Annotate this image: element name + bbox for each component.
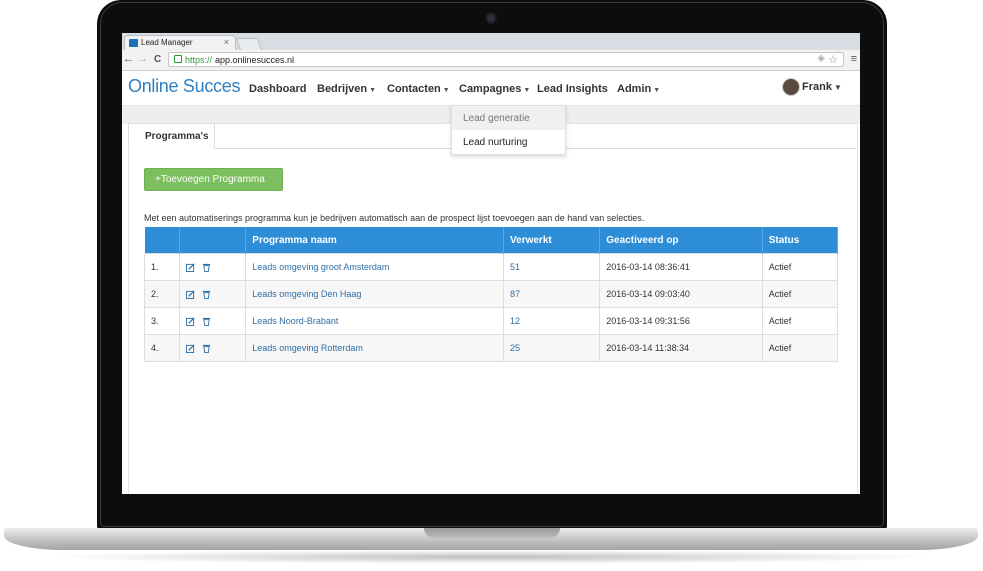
dropdown-item-lead-generatie[interactable]: Lead generatie [452, 106, 565, 130]
row-number: 4. [143, 334, 181, 362]
table-row: 3. Leads Noord-Brabant 12 2016-03-14 09:… [143, 307, 839, 335]
table-row: 4. Leads omgeving Rotterdam 25 2016-03-1… [143, 334, 839, 362]
browser-menu-icon[interactable]: ≡ [851, 53, 857, 65]
processed-count-link[interactable]: 51 [503, 253, 601, 281]
lock-icon [174, 55, 182, 63]
dropdown-item-lead-nurturing[interactable]: Lead nurturing [452, 130, 565, 154]
reload-icon[interactable]: C [154, 54, 161, 65]
program-name-link[interactable]: Leads Noord-Brabant [245, 307, 505, 335]
url-input[interactable]: https:// app.onlinesucces.nl ◈ ☆ [168, 52, 844, 67]
caret-down-icon: ▼ [369, 87, 377, 94]
row-actions [179, 334, 247, 362]
edit-icon[interactable] [186, 344, 195, 354]
nav-label: Contacten [387, 83, 441, 95]
screen: Lead Manager × ← → C https:// app.online… [122, 33, 860, 494]
nav-label: Admin [617, 83, 652, 95]
processed-count-link[interactable]: 12 [503, 307, 601, 335]
row-actions [179, 253, 247, 281]
col-num-header [144, 227, 181, 254]
nav-label: Campagnes [459, 83, 522, 95]
add-program-button[interactable]: +Toevoegen Programma [144, 168, 283, 191]
caret-down-icon: ▼ [653, 87, 661, 94]
table-row: 2. Leads omgeving Den Haag 87 2016-03-14… [143, 280, 839, 308]
row-number: 2. [143, 280, 181, 308]
processed-count-link[interactable]: 87 [503, 280, 601, 308]
campagnes-dropdown: Lead generatie Lead nurturing [451, 105, 566, 155]
processed-count-link[interactable]: 25 [503, 334, 601, 362]
status-text: Actief [761, 334, 839, 362]
nav-label: Dashboard [249, 83, 307, 95]
nav-dashboard[interactable]: Dashboard [249, 83, 306, 95]
programs-table: Programma naam Verwerkt Geactiveerd op S… [143, 227, 839, 362]
edit-icon[interactable] [186, 290, 195, 300]
trash-icon[interactable] [202, 290, 211, 300]
user-name[interactable]: Frank [802, 81, 832, 93]
url-host: app.onlinesucces.nl [215, 55, 295, 65]
trash-icon[interactable] [202, 317, 211, 327]
program-name-link[interactable]: Leads omgeving Rotterdam [245, 334, 505, 362]
nav-campagnes[interactable]: Campagnes ▼ [459, 83, 530, 95]
col-status-header[interactable]: Status [762, 227, 839, 254]
col-name-header[interactable]: Programma naam [245, 227, 505, 254]
activated-date: 2016-03-14 09:03:40 [599, 280, 763, 308]
row-actions [179, 280, 247, 308]
col-actions-header [179, 227, 247, 254]
row-number: 3. [143, 307, 181, 335]
activated-date: 2016-03-14 11:38:34 [599, 334, 763, 362]
table-header-row: Programma naam Verwerkt Geactiveerd op S… [144, 227, 839, 254]
nav-lead-insights[interactable]: Lead Insights [537, 83, 608, 95]
row-actions [179, 307, 247, 335]
laptop-shadow [40, 550, 944, 564]
forward-icon[interactable]: → [137, 53, 148, 65]
webcam [487, 14, 495, 22]
address-bar: ← → C https:// app.onlinesucces.nl ◈ ☆ ≡ [122, 50, 860, 71]
col-processed-header[interactable]: Verwerkt [503, 227, 601, 254]
nav-admin[interactable]: Admin ▼ [617, 83, 660, 95]
status-text: Actief [761, 253, 839, 281]
nav-bedrijven[interactable]: Bedrijven ▼ [317, 83, 376, 95]
trash-icon[interactable] [202, 263, 211, 273]
logo[interactable]: Online Succes [128, 76, 240, 97]
trash-icon[interactable] [202, 344, 211, 354]
app-navbar: Online Succes Dashboard Bedrijven ▼ Conta… [122, 71, 860, 106]
activated-date: 2016-03-14 08:36:41 [599, 253, 763, 281]
url-scheme: https:// [185, 55, 213, 65]
browser-tab-bar: Lead Manager × [122, 33, 860, 51]
edit-icon[interactable] [186, 263, 195, 273]
shield-icon[interactable]: ◈ [817, 53, 825, 64]
browser-tab[interactable]: Lead Manager × [124, 35, 236, 50]
nav-contacten[interactable]: Contacten ▼ [387, 83, 450, 95]
table-row: 1. Leads omgeving groot Amsterdam 51 201… [143, 253, 839, 281]
tab-close-icon[interactable]: × [224, 37, 229, 47]
laptop-notch [424, 528, 560, 538]
edit-icon[interactable] [186, 317, 195, 327]
user-caret-icon[interactable]: ▼ [834, 83, 842, 92]
row-number: 1. [143, 253, 181, 281]
avatar[interactable] [782, 78, 800, 96]
favicon-icon [129, 39, 138, 47]
tab-programmas[interactable]: Programma's [128, 123, 215, 149]
status-text: Actief [761, 280, 839, 308]
nav-label: Bedrijven [317, 83, 368, 95]
description-text: Met een automatiserings programma kun je… [144, 213, 645, 223]
program-name-link[interactable]: Leads omgeving groot Amsterdam [245, 253, 505, 281]
back-icon[interactable]: ← [123, 53, 134, 65]
nav-label: Lead Insights [537, 83, 608, 95]
tab-title: Lead Manager [141, 38, 193, 47]
bookmark-star-icon[interactable]: ☆ [828, 53, 838, 66]
caret-down-icon: ▼ [523, 87, 531, 94]
program-name-link[interactable]: Leads omgeving Den Haag [245, 280, 505, 308]
activated-date: 2016-03-14 09:31:56 [599, 307, 763, 335]
col-activated-header[interactable]: Geactiveerd op [599, 227, 763, 254]
caret-down-icon: ▼ [442, 87, 450, 94]
status-text: Actief [761, 307, 839, 335]
